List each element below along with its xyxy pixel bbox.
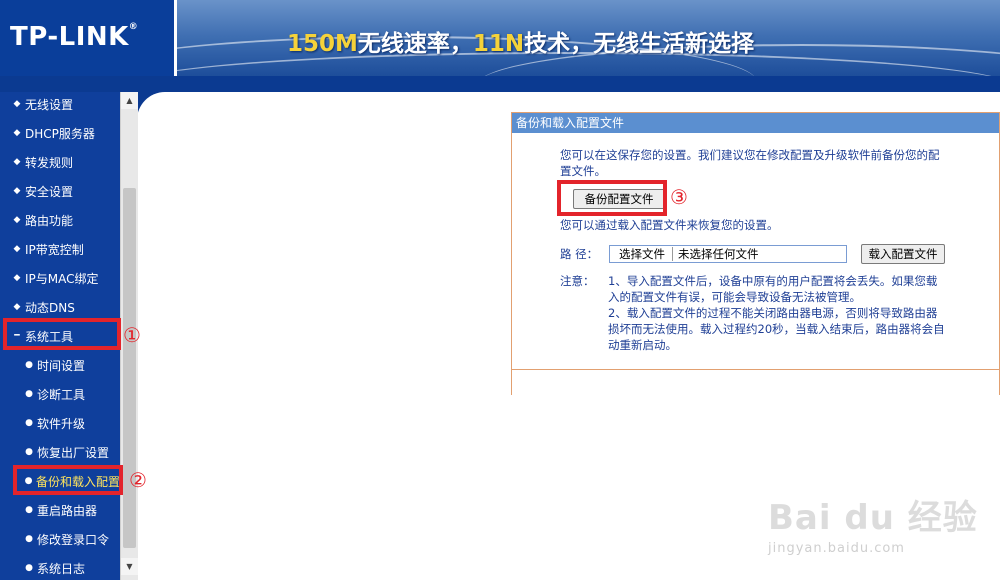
no-file-chosen-text: 未选择任何文件	[678, 247, 759, 261]
sidebar-item-reboot[interactable]: ● 重启路由器	[0, 498, 120, 522]
sidebar-item-diagnostics[interactable]: ● 诊断工具	[0, 382, 120, 406]
note-line: 动重新启动。	[608, 338, 677, 352]
note-line: 损坏而无法使用。载入过程约20秒，当载入结束后，路由器将会自	[608, 322, 945, 336]
choose-file-button[interactable]: 选择文件	[612, 247, 673, 261]
bullet-icon: ◆	[13, 186, 21, 196]
banner: 150M无线速率，11N技术，无线生活新选择	[177, 0, 1000, 80]
sidebar-item-forwarding[interactable]: ◆ 转发规则	[0, 150, 120, 174]
bullet-icon: ●	[25, 447, 33, 457]
baidu-watermark: Bai du 经验 jingyan.baidu.com	[768, 490, 978, 556]
sidebar-item-label: 时间设置	[37, 358, 86, 373]
panel-title: 备份和载入配置文件	[512, 113, 999, 133]
highlight-box-system-tools	[3, 318, 121, 350]
bullet-icon: ◆	[13, 244, 21, 254]
bullet-icon: ◆	[13, 128, 21, 138]
sidebar-item-label: 系统日志	[37, 561, 86, 576]
bullet-icon: ●	[25, 563, 33, 573]
note-line: 入的配置文件有误，可能会导致设备无法被管理。	[608, 290, 861, 304]
sidebar-item-label: 修改登录口令	[37, 532, 110, 547]
sidebar-item-wireless[interactable]: ◆ 无线设置	[0, 92, 120, 116]
bullet-icon: ●	[25, 389, 33, 399]
bullet-icon: ◆	[13, 302, 21, 312]
sidebar-item-time-settings[interactable]: ● 时间设置	[0, 353, 120, 377]
restore-description: 您可以通过载入配置文件来恢复您的设置。	[560, 218, 779, 232]
bullet-icon: ◆	[13, 215, 21, 225]
panel-footer	[512, 369, 999, 395]
sidebar-item-ddns[interactable]: ◆ 动态DNS	[0, 295, 120, 319]
bullet-icon: ●	[25, 505, 33, 515]
load-config-button[interactable]: 载入配置文件	[861, 244, 945, 264]
note-label: 注意：	[560, 274, 595, 288]
sidebar-item-security[interactable]: ◆ 安全设置	[0, 179, 120, 203]
backup-description: 您可以在这保存您的设置。我们建议您在修改配置及升级软件前备份您的配 置文件。	[560, 147, 980, 179]
sidebar-item-label: 安全设置	[25, 184, 74, 199]
sidebar-item-ip-mac-binding[interactable]: ◆ IP与MAC绑定	[0, 266, 120, 290]
bullet-icon: ●	[25, 418, 33, 428]
note-line: 2、载入配置文件的过程不能关闭路由器电源，否则将导致路由器	[608, 306, 938, 320]
sidebar-item-factory-reset[interactable]: ● 恢复出厂设置	[0, 440, 120, 464]
scroll-thumb[interactable]	[123, 188, 136, 548]
path-label: 路 径：	[560, 247, 599, 261]
header-strip	[0, 76, 1000, 92]
sidebar-item-firmware-upgrade[interactable]: ● 软件升级	[0, 411, 120, 435]
bullet-icon: ●	[25, 534, 33, 544]
sidebar-item-routing[interactable]: ◆ 路由功能	[0, 208, 120, 232]
tp-link-logo: TP-LINK®	[10, 22, 139, 52]
bullet-icon: ◆	[13, 157, 21, 167]
header: TP-LINK® 150M无线速率，11N技术，无线生活新选择	[0, 0, 1000, 80]
sidebar-item-label: 恢复出厂设置	[37, 445, 110, 460]
sidebar-item-label: 软件升级	[37, 416, 86, 431]
sidebar-item-label: IP与MAC绑定	[25, 271, 99, 286]
step-2-marker: ②	[129, 468, 147, 492]
sidebar-item-dhcp[interactable]: ◆ DHCP服务器	[0, 121, 120, 145]
logo-area: TP-LINK®	[0, 0, 177, 76]
watermark-main: Bai du 经验	[768, 498, 978, 538]
bullet-icon: ●	[25, 360, 33, 370]
file-input[interactable]: 选择文件 未选择任何文件	[609, 245, 847, 263]
sidebar-item-label: DHCP服务器	[25, 126, 95, 141]
note-line: 1、导入配置文件后，设备中原有的用户配置将会丢失。如果您载	[608, 274, 938, 288]
bullet-icon: ◆	[13, 99, 21, 109]
sidebar-item-system-log[interactable]: ● 系统日志	[0, 556, 120, 580]
backup-description-line: 置文件。	[560, 164, 606, 178]
highlight-box-backup-restore	[13, 465, 123, 495]
sidebar-item-bandwidth[interactable]: ◆ IP带宽控制	[0, 237, 120, 261]
watermark-url: jingyan.baidu.com	[768, 541, 905, 556]
scroll-down-arrow-icon[interactable]: ▼	[121, 558, 138, 575]
sidebar-item-label: 无线设置	[25, 97, 74, 112]
sidebar-item-label: IP带宽控制	[25, 242, 84, 257]
sidebar-item-change-password[interactable]: ● 修改登录口令	[0, 527, 120, 551]
sidebar-item-label: 动态DNS	[25, 300, 75, 315]
step-3-marker: ③	[670, 185, 688, 209]
scroll-up-arrow-icon[interactable]: ▲	[121, 92, 138, 109]
backup-description-line: 您可以在这保存您的设置。我们建议您在修改配置及升级软件前备份您的配	[560, 148, 940, 162]
banner-slogan: 150M无线速率，11N技术，无线生活新选择	[287, 31, 755, 57]
sidebar-item-label: 诊断工具	[37, 387, 86, 402]
step-1-marker: ①	[123, 323, 141, 347]
highlight-box-backup-button	[557, 180, 667, 216]
sidebar-item-label: 重启路由器	[37, 503, 98, 518]
sidebar-item-label: 路由功能	[25, 213, 74, 228]
sidebar-item-label: 转发规则	[25, 155, 74, 170]
note-text: 1、导入配置文件后，设备中原有的用户配置将会丢失。如果您载 入的配置文件有误，可…	[608, 273, 998, 353]
backup-restore-panel: 备份和载入配置文件 您可以在这保存您的设置。我们建议您在修改配置及升级软件前备份…	[511, 112, 1000, 395]
bullet-icon: ◆	[13, 273, 21, 283]
